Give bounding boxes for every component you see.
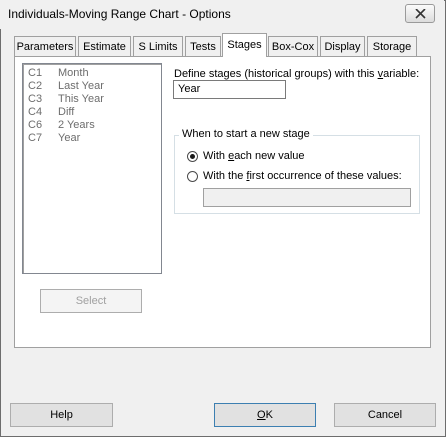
close-button[interactable]: [405, 4, 435, 23]
column-id: C4: [28, 106, 43, 118]
first-occurrence-label[interactable]: With the first occurrence of these value…: [203, 170, 402, 182]
tab-label: Estimate: [83, 41, 126, 53]
radio-dot: [190, 154, 195, 159]
tab-label: Display: [324, 41, 361, 53]
column-id: C6: [28, 119, 43, 131]
label-text: ach new value: [234, 150, 305, 162]
ok-button[interactable]: OK: [214, 403, 316, 427]
tab-label: S Limits: [138, 41, 178, 53]
column-name: Year: [58, 132, 81, 144]
button-label: K: [265, 409, 273, 421]
list-item[interactable]: C3 This Year: [23, 93, 159, 106]
tab-label: Tests: [190, 41, 216, 53]
tab-tests[interactable]: Tests: [185, 36, 221, 56]
select-button[interactable]: Select: [40, 289, 142, 313]
list-item[interactable]: C7 Year: [23, 132, 159, 145]
occurrence-values-input[interactable]: [203, 188, 411, 207]
column-id: C2: [28, 80, 43, 92]
column-name: This Year: [58, 93, 104, 105]
column-id: C3: [28, 93, 43, 105]
tab-display[interactable]: Display: [320, 36, 365, 56]
list-item[interactable]: C6 2 Years: [23, 119, 159, 132]
tab-estimate[interactable]: Estimate: [78, 36, 131, 56]
list-item[interactable]: C1 Month: [23, 67, 159, 80]
each-new-value-radio[interactable]: [187, 151, 198, 162]
tab-label: Storage: [372, 41, 412, 53]
list-item[interactable]: C4 Diff: [23, 106, 159, 119]
cancel-button[interactable]: Cancel: [334, 403, 436, 427]
column-id: C1: [28, 67, 43, 79]
column-name: Diff: [58, 106, 75, 118]
button-hotkey: O: [257, 409, 266, 421]
label-text: Define stages (historical groups) with t…: [174, 68, 378, 80]
define-stages-label: Define stages (historical groups) with t…: [174, 68, 419, 80]
each-new-value-label[interactable]: With each new value: [203, 150, 305, 162]
tab-stages[interactable]: Stages: [222, 33, 267, 57]
label-text: ariable:: [383, 68, 420, 80]
label-text: With: [203, 150, 229, 162]
dialog-title: Individuals-Moving Range Chart - Options: [8, 7, 231, 21]
tab-label: Stages: [227, 39, 262, 51]
tab-storage[interactable]: Storage: [367, 36, 417, 56]
label-text: irst occurrence of these values:: [249, 170, 402, 182]
first-occurrence-radio[interactable]: [187, 171, 198, 182]
tab-box-cox[interactable]: Box-Cox: [268, 36, 318, 56]
tab-s-limits[interactable]: S Limits: [133, 36, 183, 56]
column-name: 2 Years: [58, 119, 95, 131]
groupbox-label: When to start a new stage: [179, 128, 313, 140]
variable-list[interactable]: C1 Month C2 Last Year C3 This Year C4 Diff C…: [22, 63, 162, 274]
title-bar: Individuals-Moving Range Chart - Options: [0, 0, 444, 29]
column-name: Month: [58, 67, 89, 79]
tab-parameters[interactable]: Parameters: [14, 36, 76, 56]
column-name: Last Year: [58, 80, 104, 92]
stage-variable-input[interactable]: Year: [173, 80, 286, 99]
tab-label: Parameters: [16, 41, 74, 53]
tab-label: Box-Cox: [271, 41, 315, 53]
list-item[interactable]: C2 Last Year: [23, 80, 159, 93]
label-text: With the: [203, 170, 247, 182]
column-id: C7: [28, 132, 43, 144]
help-button[interactable]: Help: [10, 403, 113, 427]
close-icon: [415, 9, 426, 19]
